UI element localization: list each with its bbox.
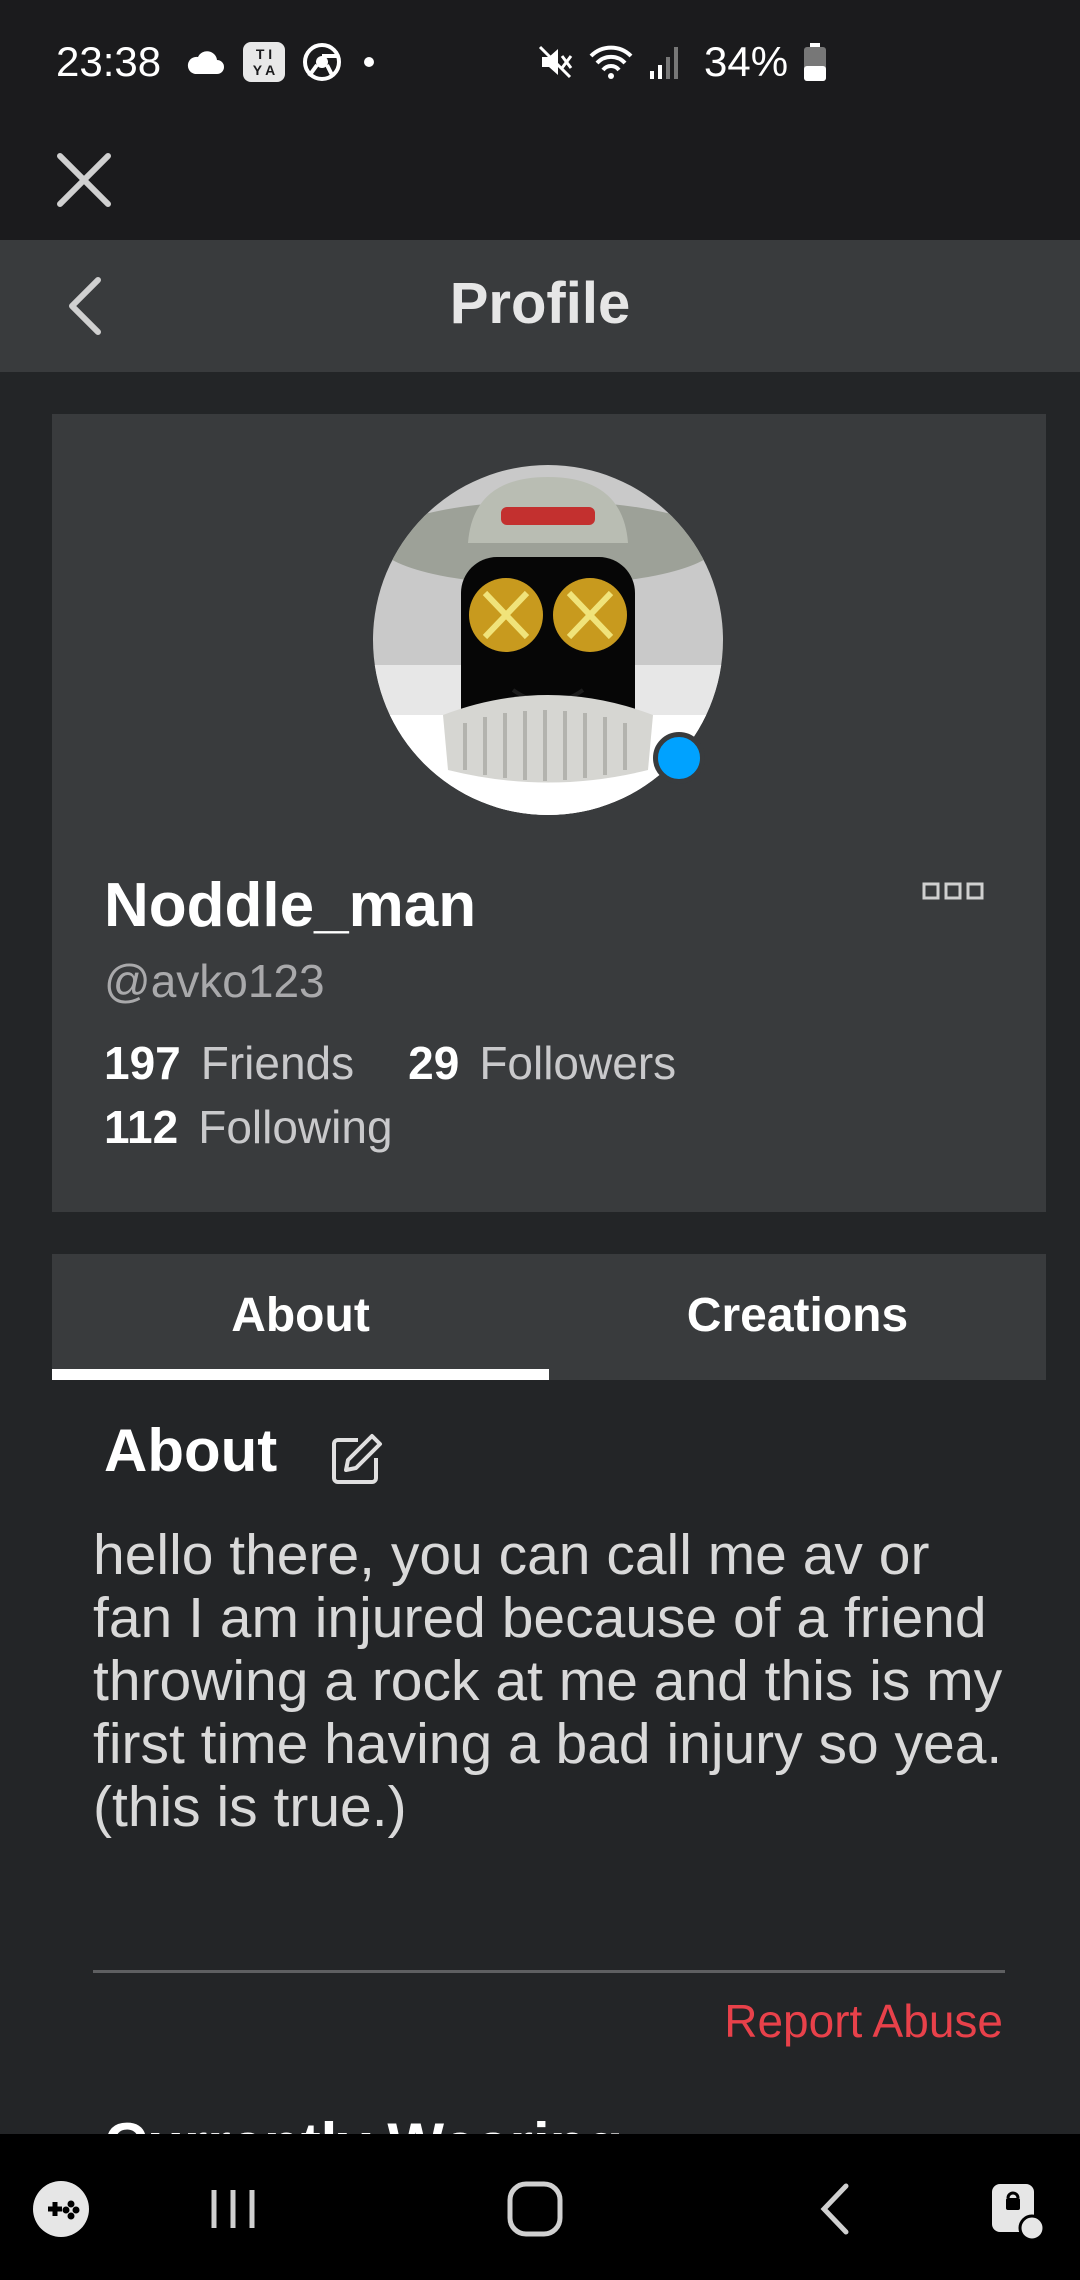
friends-label[interactable]: Friends: [201, 1036, 354, 1090]
more-options-icon[interactable]: [922, 880, 984, 904]
tab-about[interactable]: About: [52, 1254, 549, 1380]
display-name: Noddle_man: [104, 871, 477, 940]
status-icons-left: T I Y A: [185, 42, 379, 82]
friends-count[interactable]: 197: [104, 1036, 181, 1090]
about-description: hello there, you can call me av or fan I…: [93, 1523, 1003, 1839]
stats-row: 112 Following: [104, 1100, 447, 1154]
game-launcher-icon[interactable]: [26, 2174, 96, 2244]
following-count[interactable]: 112: [104, 1100, 178, 1154]
report-abuse-link[interactable]: Report Abuse: [724, 1994, 1003, 2048]
assistant-icon[interactable]: [982, 2174, 1052, 2244]
following-label[interactable]: Following: [198, 1100, 392, 1154]
page-title: Profile: [449, 271, 631, 336]
recents-icon[interactable]: [198, 2174, 268, 2244]
back-icon[interactable]: [802, 2174, 872, 2244]
close-bar: [0, 130, 1080, 240]
wifi-icon: [589, 45, 633, 79]
close-icon[interactable]: [52, 148, 116, 212]
chrome-icon: [303, 43, 341, 81]
status-time: 23:38: [56, 38, 162, 85]
edit-icon[interactable]: [328, 1432, 384, 1488]
system-nav-bar: [0, 2134, 1080, 2280]
status-icons-right: 34%: [536, 38, 828, 86]
divider: [93, 1970, 1005, 1973]
ti-badge-line2: Y A: [252, 62, 276, 78]
page-header: Profile: [0, 240, 1080, 372]
dot-icon: [364, 57, 374, 67]
profile-tabs: About Creations: [52, 1254, 1046, 1380]
battery-icon: [804, 43, 827, 81]
signal-icon: [650, 47, 678, 79]
mute-icon: [538, 45, 573, 79]
stats-row: 197 Friends 29 Followers: [104, 1036, 730, 1090]
followers-label[interactable]: Followers: [479, 1036, 676, 1090]
ti-badge-line1: T I: [255, 46, 273, 62]
username: @avko123: [104, 955, 325, 1007]
profile-card: Noddle_man @avko123 197 Friends 29 Follo…: [52, 414, 1046, 1212]
home-icon[interactable]: [500, 2174, 570, 2244]
cloud-icon: [187, 51, 224, 74]
ti-badge-icon: T I Y A: [243, 42, 285, 82]
online-status-indicator: [653, 732, 705, 784]
followers-count[interactable]: 29: [408, 1036, 459, 1090]
status-bar: 23:38 T I Y A 34%: [0, 0, 1080, 130]
tab-creations[interactable]: Creations: [549, 1254, 1046, 1380]
battery-percent: 34%: [704, 38, 789, 85]
about-heading: About: [104, 1417, 278, 1484]
